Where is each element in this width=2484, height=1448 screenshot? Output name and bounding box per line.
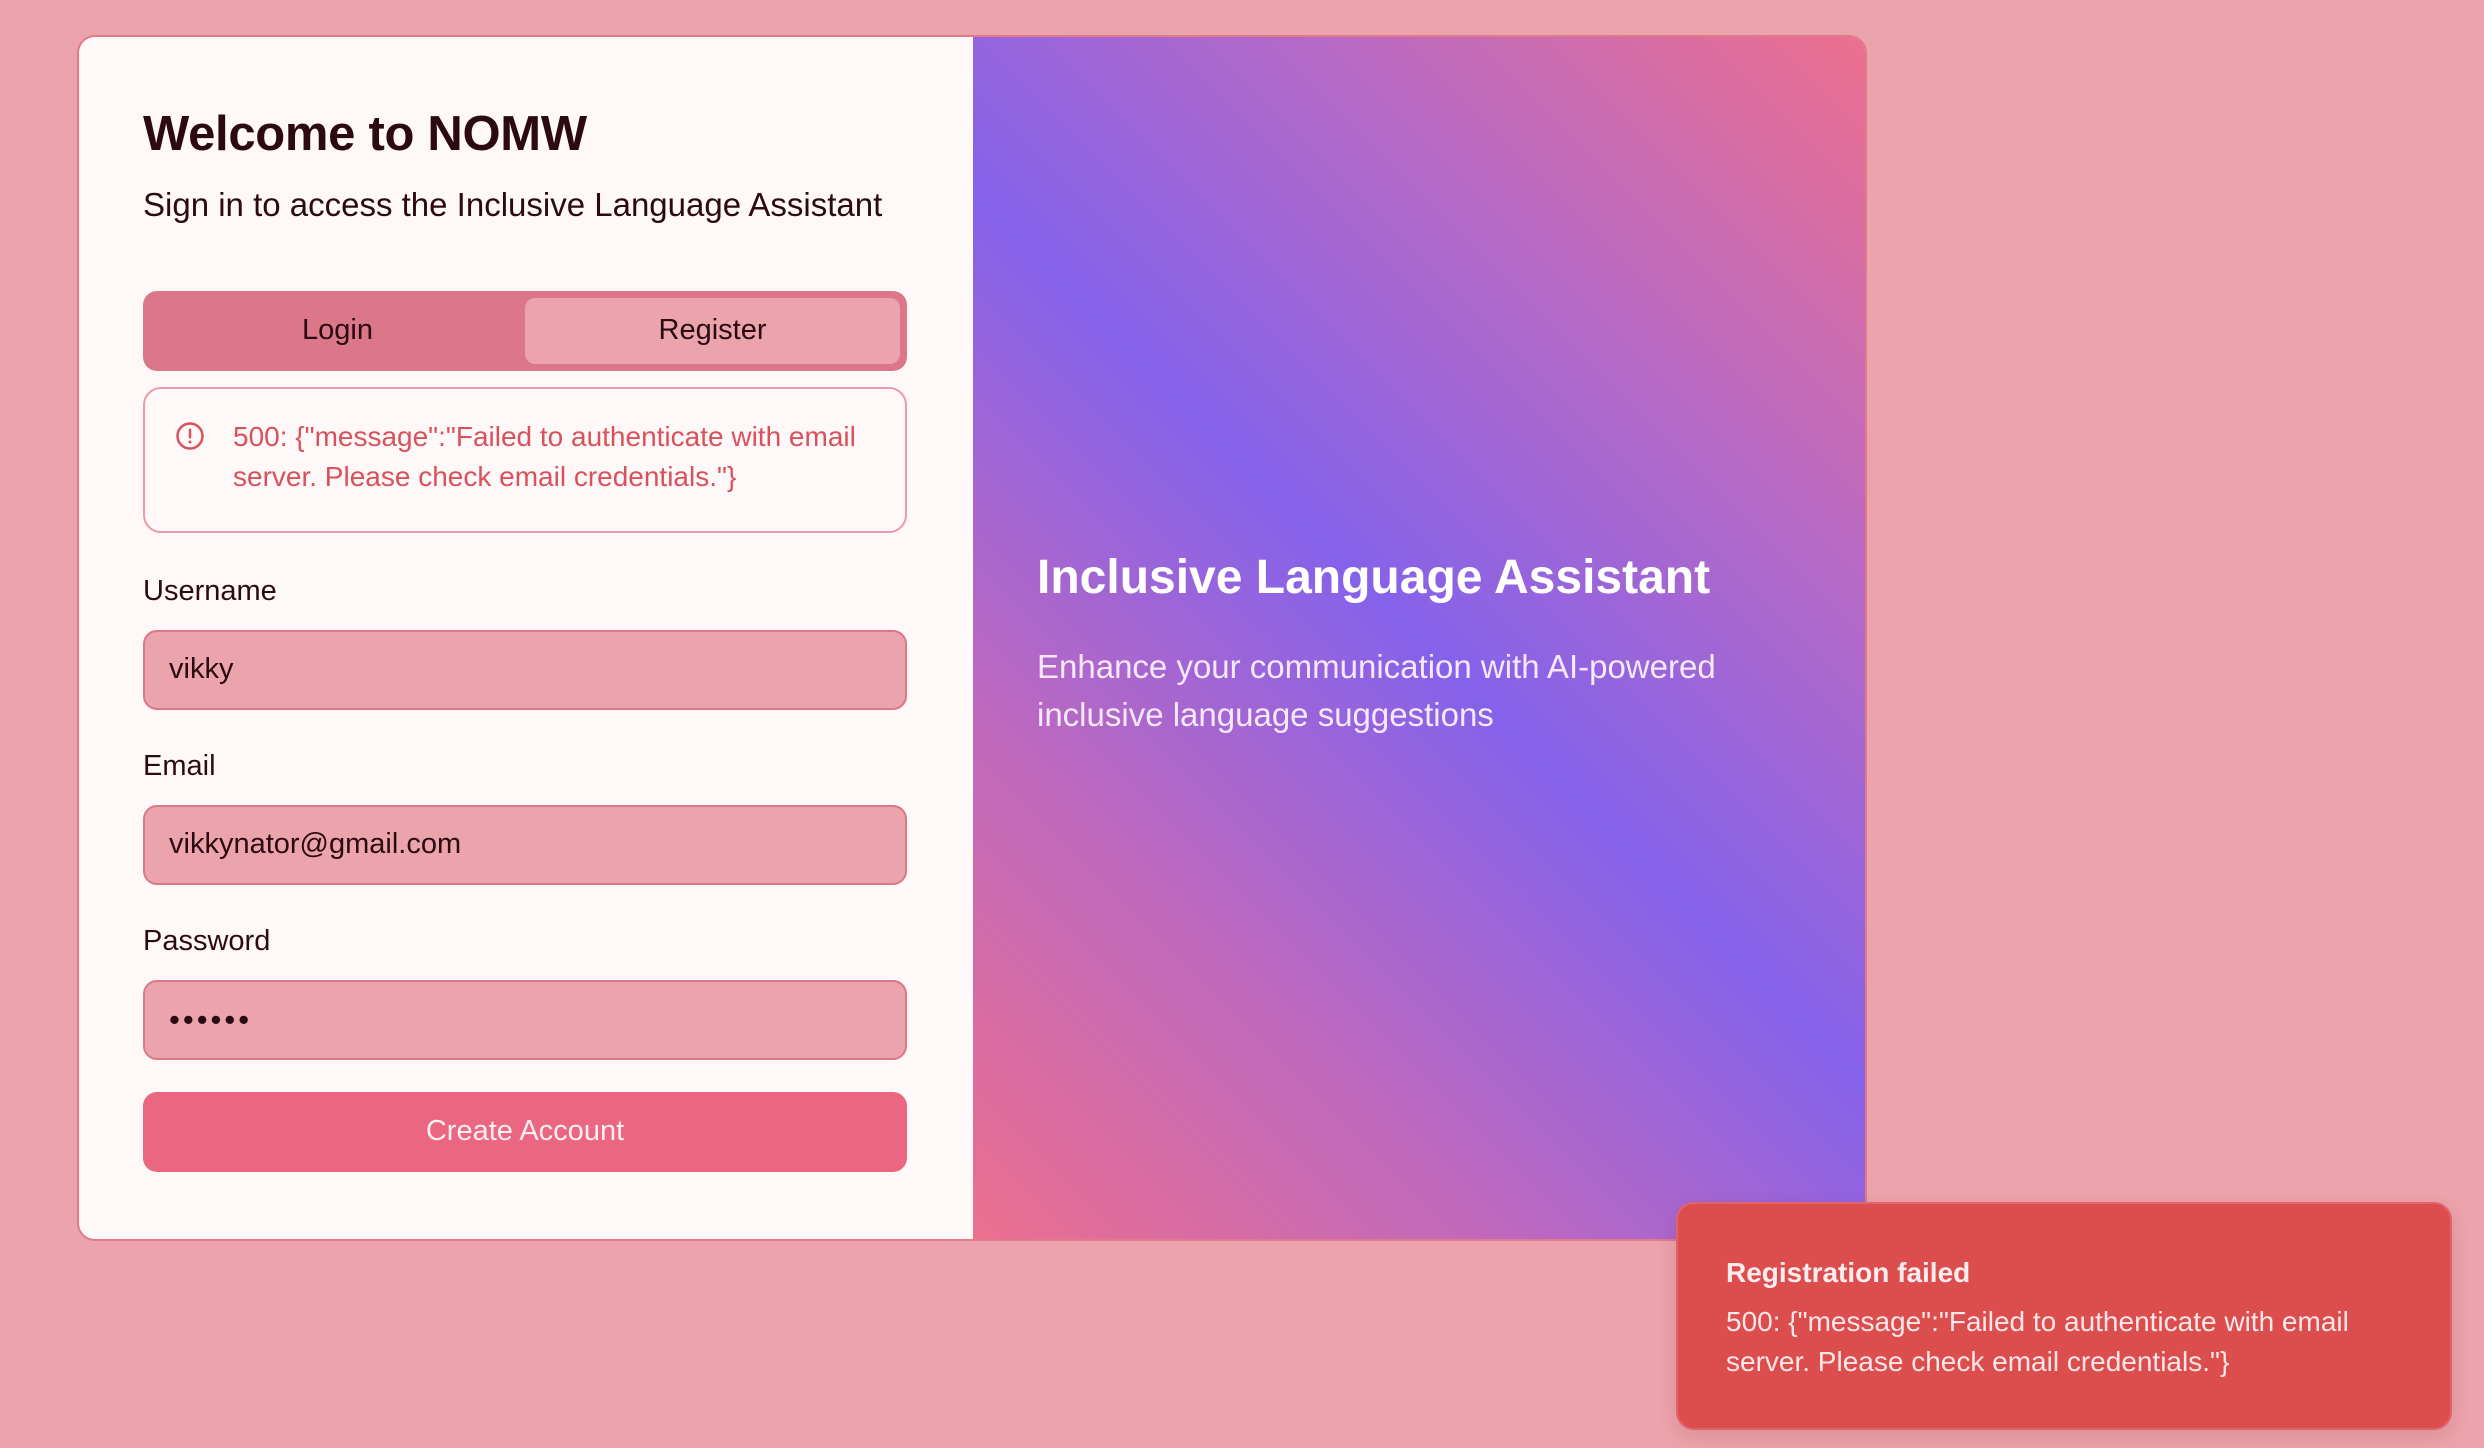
page-subtitle: Sign in to access the Inclusive Language… bbox=[143, 185, 883, 223]
hero-title: Inclusive Language Assistant bbox=[1037, 551, 1711, 604]
username-label: Username bbox=[143, 574, 277, 607]
toast-message: 500: {"message":"Failed to authenticate … bbox=[1726, 1305, 2349, 1377]
hero-description: Enhance your communication with AI-power… bbox=[1037, 648, 1716, 733]
tab-login[interactable]: Login bbox=[150, 298, 525, 364]
auth-tabs: Login Register bbox=[143, 290, 907, 371]
error-alert-message: 500: {"message":"Failed to authenticate … bbox=[233, 420, 856, 492]
email-label: Email bbox=[143, 749, 216, 782]
auth-form-panel: Welcome to NOMW Sign in to access the In… bbox=[79, 37, 973, 1239]
tab-register[interactable]: Register bbox=[525, 297, 900, 364]
error-toast[interactable]: Registration failed 500: {"message":"Fai… bbox=[1676, 1202, 2452, 1430]
toast-title: Registration failed bbox=[1726, 1257, 1971, 1288]
password-input[interactable] bbox=[143, 979, 907, 1060]
create-account-button[interactable]: Create Account bbox=[143, 1091, 907, 1172]
page-title: Welcome to NOMW bbox=[143, 107, 587, 161]
alert-circle-icon bbox=[176, 421, 204, 450]
hero-panel: Inclusive Language Assistant Enhance you… bbox=[973, 37, 1865, 1239]
username-input[interactable] bbox=[143, 629, 907, 710]
auth-card: Welcome to NOMW Sign in to access the In… bbox=[77, 35, 1867, 1241]
error-alert: 500: {"message":"Failed to authenticate … bbox=[143, 386, 907, 533]
password-label: Password bbox=[143, 924, 271, 957]
email-input[interactable] bbox=[143, 804, 907, 885]
